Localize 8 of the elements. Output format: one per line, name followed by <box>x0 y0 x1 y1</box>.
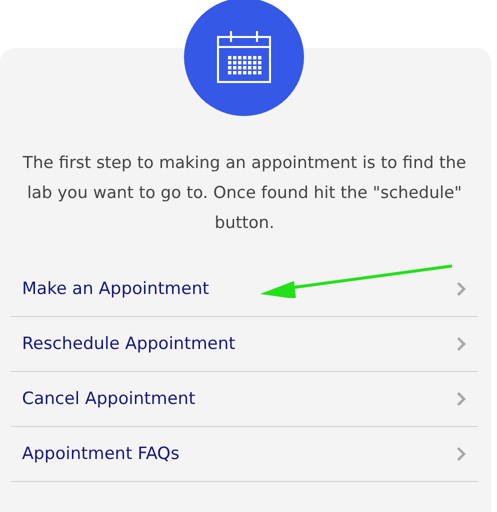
chevron-right-icon <box>456 391 466 408</box>
chevron-right-icon <box>456 446 466 462</box>
menu-item[interactable]: Reschedule Appointment <box>11 317 478 372</box>
chevron-right-icon <box>456 281 466 298</box>
menu-item[interactable]: Appointment FAQs <box>11 427 478 482</box>
intro-text: The first step to making an appointment is to find the lab you want to go to. Once found hit the "schedule" button. <box>22 152 468 234</box>
chevron-right-icon <box>456 336 466 352</box>
menu-item[interactable]: Cancel Appointment <box>11 372 478 428</box>
